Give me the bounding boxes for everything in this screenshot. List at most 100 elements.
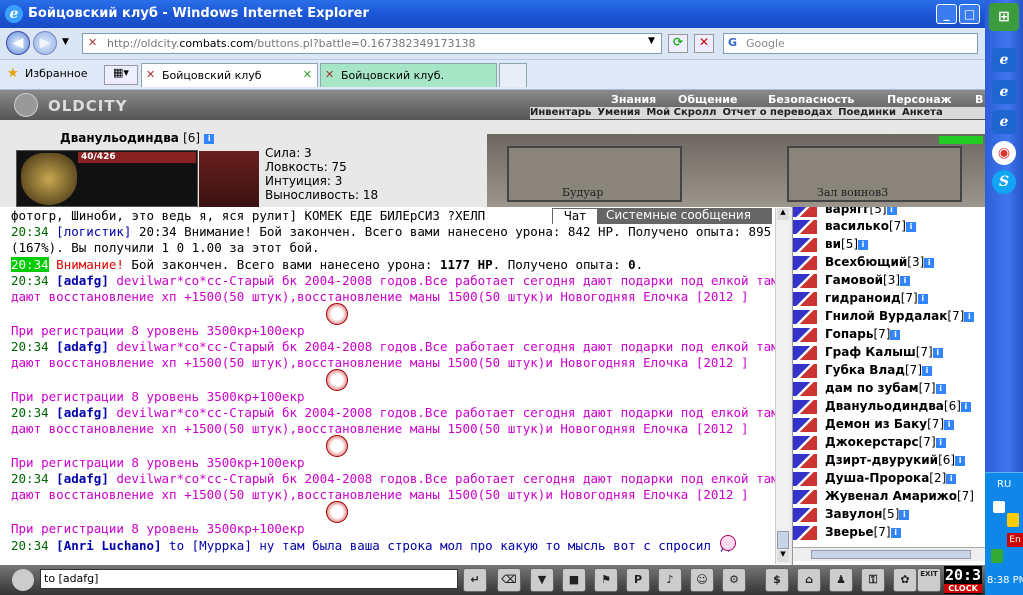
- user-item[interactable]: Гопарь[7] i: [793, 327, 901, 343]
- submenu-inventar[interactable]: Инвентарь: [530, 107, 591, 118]
- new-tab-button[interactable]: [499, 63, 527, 87]
- walk-icon[interactable]: ⚑: [594, 568, 618, 592]
- user-action-icon[interactable]: [793, 399, 817, 414]
- user-action-icon[interactable]: [793, 327, 817, 342]
- info-icon[interactable]: i: [204, 133, 215, 144]
- user-action-icon[interactable]: [793, 291, 817, 306]
- chat-time[interactable]: 20:34: [11, 224, 49, 239]
- gift-icon[interactable]: ✿: [893, 568, 917, 592]
- user-action-icon[interactable]: [793, 237, 817, 252]
- submenu-anketa[interactable]: Анкета: [902, 107, 943, 118]
- tab-close-icon[interactable]: ✕: [303, 68, 312, 81]
- map-icon[interactable]: ⌂: [797, 568, 821, 592]
- chat-settings-icon[interactable]: ⚙: [722, 568, 746, 592]
- info-icon[interactable]: i: [935, 383, 946, 394]
- info-icon[interactable]: i: [900, 275, 911, 286]
- info-icon[interactable]: i: [946, 473, 957, 484]
- user-action-icon[interactable]: [793, 507, 817, 522]
- user-action-icon[interactable]: [793, 363, 817, 378]
- info-icon[interactable]: i: [964, 311, 975, 322]
- tab-active[interactable]: ✕ Бойцовский клуб ✕: [141, 63, 318, 87]
- history-dropdown-icon[interactable]: ▼: [62, 37, 69, 47]
- chat-nick[interactable]: [логистик]: [56, 224, 131, 239]
- user-item[interactable]: гидраноид[7] i: [793, 291, 928, 307]
- chat-nick[interactable]: [adafg]: [56, 471, 109, 486]
- character-name[interactable]: Дванульодиндва [6] i: [60, 131, 215, 145]
- menu-znania[interactable]: Знания: [611, 93, 656, 106]
- chat-time[interactable]: 20:34: [11, 538, 49, 553]
- user-action-icon[interactable]: [793, 453, 817, 468]
- taskbar-ie-icon[interactable]: e: [992, 48, 1016, 72]
- taskbar-ie-icon[interactable]: e: [992, 80, 1016, 104]
- security-shield-icon[interactable]: [1007, 513, 1019, 527]
- back-button[interactable]: ◀: [6, 31, 30, 55]
- send-icon[interactable]: ↵: [463, 568, 487, 592]
- user-item[interactable]: дам по зубам[7] i: [793, 381, 946, 397]
- chat-time[interactable]: 20:34: [11, 273, 49, 288]
- clear-icon[interactable]: ⌫: [497, 568, 521, 592]
- location-buduar[interactable]: Будуар: [562, 186, 603, 199]
- user-action-icon[interactable]: [793, 489, 817, 504]
- tab-inactive[interactable]: ✕ Бойцовский клуб.: [320, 63, 497, 87]
- info-icon[interactable]: i: [890, 527, 901, 538]
- favorites-button[interactable]: Избранное: [25, 67, 87, 80]
- private-icon[interactable]: P: [626, 568, 650, 592]
- bag-icon[interactable]: $: [765, 568, 789, 592]
- info-icon[interactable]: i: [890, 329, 901, 340]
- users-hscrollbar[interactable]: [793, 547, 985, 561]
- chat-input[interactable]: to [adafg]: [40, 569, 458, 589]
- info-icon[interactable]: i: [886, 207, 897, 215]
- save-icon[interactable]: ■: [562, 568, 586, 592]
- user-action-icon[interactable]: [793, 219, 817, 234]
- user-item[interactable]: Граф Калыш[7] i: [793, 345, 943, 361]
- minimize-button[interactable]: _: [936, 4, 957, 24]
- user-item[interactable]: Завулон[5] i: [793, 507, 910, 523]
- info-icon[interactable]: i: [944, 419, 955, 430]
- player-head-icon[interactable]: [12, 569, 34, 591]
- menu-bezopasnost[interactable]: Безопасность: [768, 93, 854, 106]
- user-action-icon[interactable]: [793, 525, 817, 540]
- start-button[interactable]: ⊞: [989, 3, 1019, 31]
- user-action-icon[interactable]: [793, 207, 817, 217]
- taskbar-ie-icon[interactable]: e: [992, 110, 1016, 134]
- info-icon[interactable]: i: [917, 293, 928, 304]
- user-item[interactable]: Душа-Пророка[2] i: [793, 471, 957, 487]
- keyboard-lang-icon[interactable]: En: [1007, 533, 1023, 547]
- tab-chat[interactable]: Чат: [552, 208, 598, 224]
- usb-icon[interactable]: [991, 549, 1003, 563]
- info-icon[interactable]: i: [858, 239, 869, 250]
- network-icon[interactable]: [993, 501, 1005, 513]
- quick-tabs-icon[interactable]: ▦▾: [104, 65, 138, 85]
- user-action-icon[interactable]: [793, 417, 817, 432]
- user-item[interactable]: Дванульодиндва[6] i: [793, 399, 971, 415]
- submenu-poedinki[interactable]: Поединки: [838, 107, 896, 118]
- refresh-icon[interactable]: ⟳: [668, 34, 688, 53]
- user-action-icon[interactable]: [793, 381, 817, 396]
- user-item[interactable]: Гнилой Вурдалак[7] i: [793, 309, 975, 325]
- info-icon[interactable]: i: [922, 365, 932, 376]
- user-item[interactable]: Губка Влад[7] i: [793, 363, 932, 379]
- menu-more[interactable]: В: [975, 93, 983, 106]
- user-item[interactable]: василько[7] i: [793, 219, 916, 235]
- submenu-umeniya[interactable]: Умения: [597, 107, 640, 118]
- taskbar-skype-icon[interactable]: S: [992, 170, 1016, 194]
- user-action-icon[interactable]: [793, 435, 817, 450]
- user-action-icon[interactable]: [793, 273, 817, 288]
- menu-obshchenie[interactable]: Общение: [678, 93, 737, 106]
- user-item[interactable]: Демон из Баку[7] i: [793, 417, 955, 433]
- lock-icon[interactable]: ⚿: [861, 568, 885, 592]
- menu-personazh[interactable]: Персонаж: [887, 93, 952, 106]
- user-item[interactable]: Зверье[7] i: [793, 525, 901, 541]
- taskbar-clock[interactable]: 8:38 PM: [987, 575, 1023, 586]
- info-icon[interactable]: i: [899, 509, 910, 520]
- user-item[interactable]: Всехбющий[3] i: [793, 255, 935, 271]
- info-icon[interactable]: i: [960, 401, 971, 412]
- chat-nick[interactable]: [adafg]: [56, 405, 109, 420]
- info-icon[interactable]: i: [935, 437, 946, 448]
- info-icon[interactable]: i: [924, 257, 935, 268]
- friends-icon[interactable]: ♟: [829, 568, 853, 592]
- equipment-slots[interactable]: [199, 151, 259, 207]
- users-scroll-thumb[interactable]: [811, 550, 971, 559]
- user-item[interactable]: Жувенал Амарижо[7]: [793, 489, 974, 505]
- taskbar-chrome-icon[interactable]: ◉: [992, 141, 1016, 165]
